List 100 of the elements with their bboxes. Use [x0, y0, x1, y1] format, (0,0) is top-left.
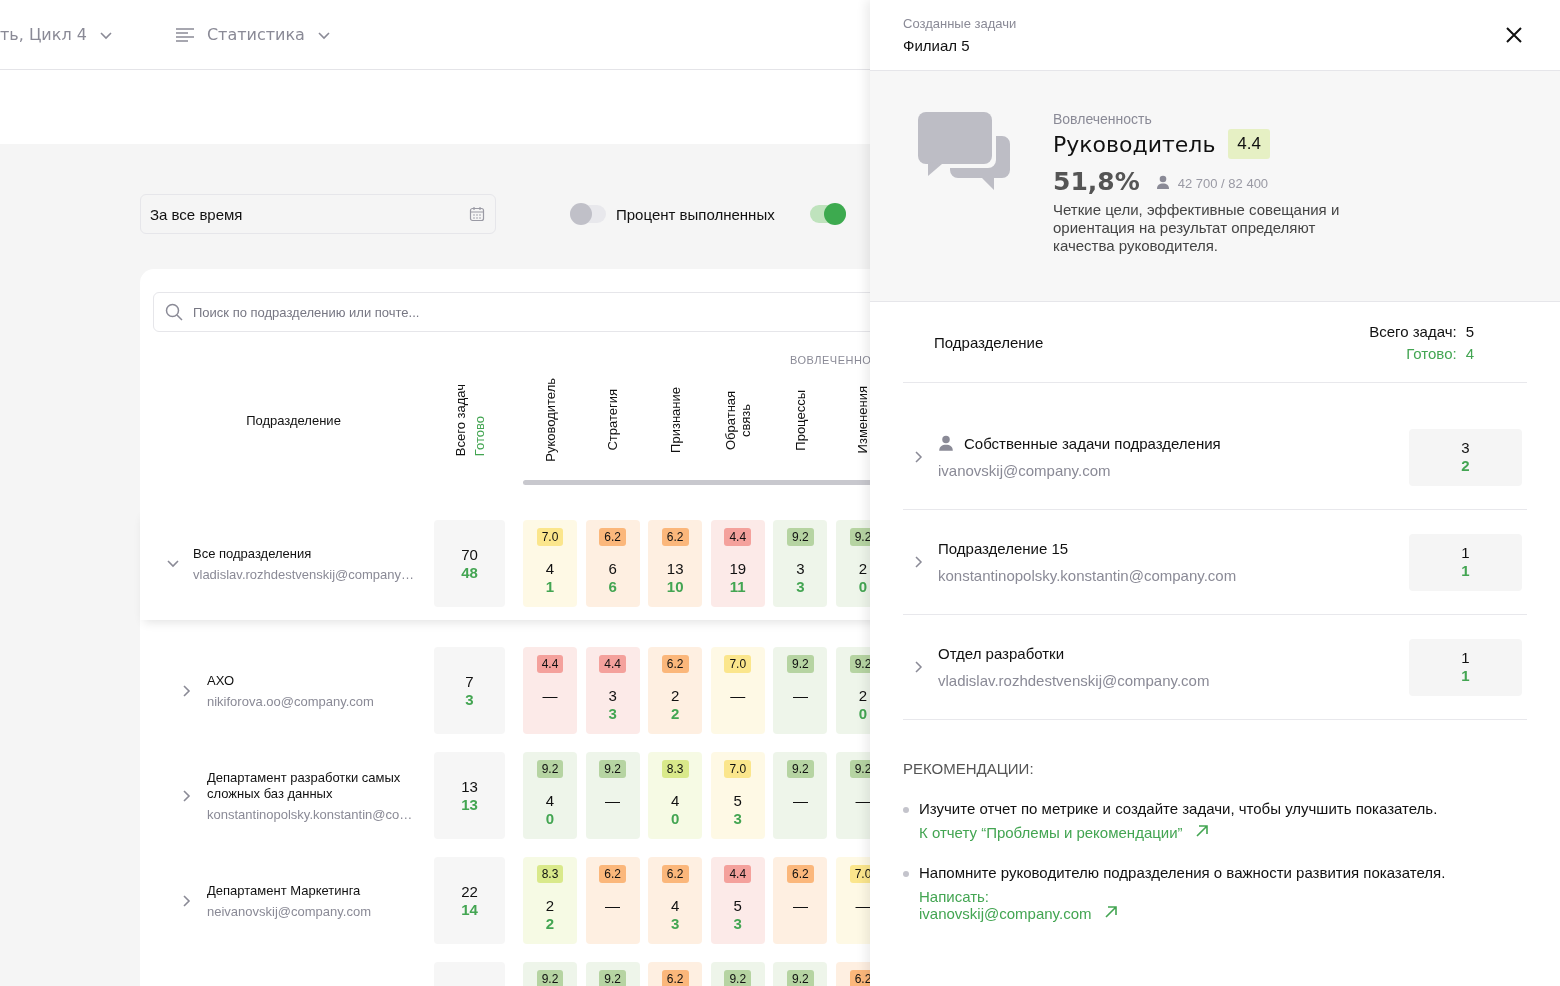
unit-name: Департамент Маркетинга	[207, 882, 362, 899]
score-badge: 9.2	[787, 655, 814, 673]
task-count: 70	[461, 545, 478, 564]
task-count: 4	[545, 792, 555, 810]
done-count: 2	[545, 915, 555, 933]
score-badge: 6.2	[787, 865, 814, 883]
recommendation-text: Напомните руководителю подразделения о важности развития показателя.	[919, 864, 1446, 881]
done-count: 2	[1461, 457, 1470, 475]
column-header: Готово	[471, 414, 487, 457]
task-count: 4	[671, 897, 680, 915]
person-icon	[938, 435, 954, 452]
score-badge: 6.2	[661, 655, 689, 673]
recommendation-text: Изучите отчет по метрике и создайте задачи, чтобы улучшить показатель.	[919, 800, 1438, 817]
section-heading: РЕКОМЕНДАЦИИ:	[903, 760, 1035, 777]
done-count: 3	[796, 578, 805, 596]
done-count: 3	[465, 690, 474, 709]
done-count: 48	[461, 563, 478, 582]
score-badge: 6.2	[661, 970, 689, 986]
column-header: Подразделение	[934, 333, 1044, 351]
task-count: —	[792, 687, 808, 705]
chevron-right-icon[interactable]	[913, 555, 925, 569]
report-link[interactable]: Написать: ivanovskij@company.com	[919, 888, 1118, 922]
arrow-icon	[1194, 824, 1209, 838]
search-icon	[165, 303, 183, 321]
score-badge: 9.2	[849, 528, 870, 546]
column-header: Признание	[667, 387, 683, 453]
percent-value: 51,8%	[1053, 167, 1140, 196]
score-badge: 8.3	[661, 760, 689, 778]
task-count: 3	[1461, 439, 1470, 457]
toggle-switch[interactable]	[809, 205, 846, 223]
unit-name: Отдел разработки	[938, 645, 1065, 662]
task-count: —	[605, 897, 621, 915]
task-count: 1	[1461, 649, 1470, 667]
view-selector[interactable]: Статистика	[206, 25, 305, 44]
chevron-right-icon[interactable]	[913, 450, 925, 464]
arrow-icon	[1103, 905, 1118, 919]
column-header: Процессы	[792, 389, 808, 451]
task-count: 4	[545, 560, 555, 578]
column-header: Изменения	[855, 386, 870, 454]
task-count: 5	[733, 897, 742, 915]
score-badge: 6.2	[661, 865, 689, 883]
done-count: 1	[1461, 667, 1470, 685]
score-badge: 9.2	[787, 970, 814, 986]
metric-group: Вовлеченность	[1053, 111, 1353, 127]
task-count: 7	[465, 672, 474, 691]
unit-name: Собственные задачи подразделения	[964, 435, 1221, 452]
unit-email: nikiforova.oo@company.com	[207, 693, 374, 709]
column-header: Обратная связь	[722, 389, 753, 452]
list-icon	[174, 26, 195, 43]
score-badge: 9.2	[849, 760, 870, 778]
done-count: 10	[666, 578, 684, 596]
unit-name: АХО	[207, 672, 236, 689]
score-badge: 6.2	[599, 865, 626, 883]
unit-email: neivanovskij@company.com	[207, 903, 371, 919]
score-badge: 7.0	[849, 865, 870, 883]
score-badge: 9.2	[787, 528, 814, 546]
panel-subtitle: Созданные задачи	[903, 16, 1017, 31]
score-badge: 6.2	[849, 970, 870, 986]
unit-name: Все подразделения	[193, 545, 313, 562]
task-count: —	[855, 897, 870, 915]
score-badge: 9.2	[849, 655, 870, 673]
respondents-count: 42 700 / 82 400	[1177, 176, 1269, 191]
column-header: Подразделение	[246, 413, 341, 428]
done-count: 3	[671, 915, 680, 933]
task-count: —	[855, 792, 870, 810]
column-header: Всего задач	[452, 383, 468, 457]
done-count: 11	[729, 578, 746, 596]
cycle-selector[interactable]: ть, Цикл 4	[0, 25, 87, 44]
task-count: 13	[461, 777, 478, 796]
score-badge: 7.0	[724, 655, 752, 673]
chevron-right-icon[interactable]	[913, 660, 925, 674]
total-label: Всего задач:	[1369, 322, 1457, 340]
task-count: —	[792, 897, 808, 915]
task-count: 2	[545, 897, 555, 915]
unit-email: konstantinopolsky.konstantin@company.com	[938, 567, 1238, 584]
search-field[interactable]: Поиск по подразделению или почте...	[153, 292, 870, 332]
bullet-icon	[903, 871, 909, 877]
score-badge: 9.2	[787, 760, 814, 778]
done-count: 1	[545, 578, 555, 596]
score-badge: 7.0	[536, 528, 564, 546]
metric-description: Четкие цели, эффективные совещания и ориентация на результат определяют качества руководителя.	[1053, 201, 1341, 255]
done-count: 0	[858, 578, 868, 596]
total-value: 5	[1465, 322, 1474, 340]
score-badge: 4.4	[1228, 129, 1270, 159]
date-field[interactable]: За все время	[140, 194, 496, 234]
unit-email: ivanovskij@company.com	[938, 462, 1112, 479]
person-icon	[1155, 174, 1170, 189]
task-count: 3	[796, 560, 805, 578]
task-count: 2	[671, 687, 680, 705]
task-count: 6	[608, 560, 617, 578]
close-icon[interactable]	[1505, 26, 1523, 44]
task-count: 1	[1461, 544, 1470, 562]
score-badge: 9.2	[599, 760, 626, 778]
calendar-icon	[469, 206, 485, 222]
report-link[interactable]: К отчету “Проблемы и рекомендации”	[919, 824, 1209, 841]
unit-email: konstantinopolsky.konstantin@co…	[207, 806, 414, 822]
done-count: 3	[733, 810, 742, 828]
toggle-switch[interactable]	[570, 205, 606, 223]
done-count: 3	[733, 915, 742, 933]
score-badge: 6.2	[661, 528, 689, 546]
